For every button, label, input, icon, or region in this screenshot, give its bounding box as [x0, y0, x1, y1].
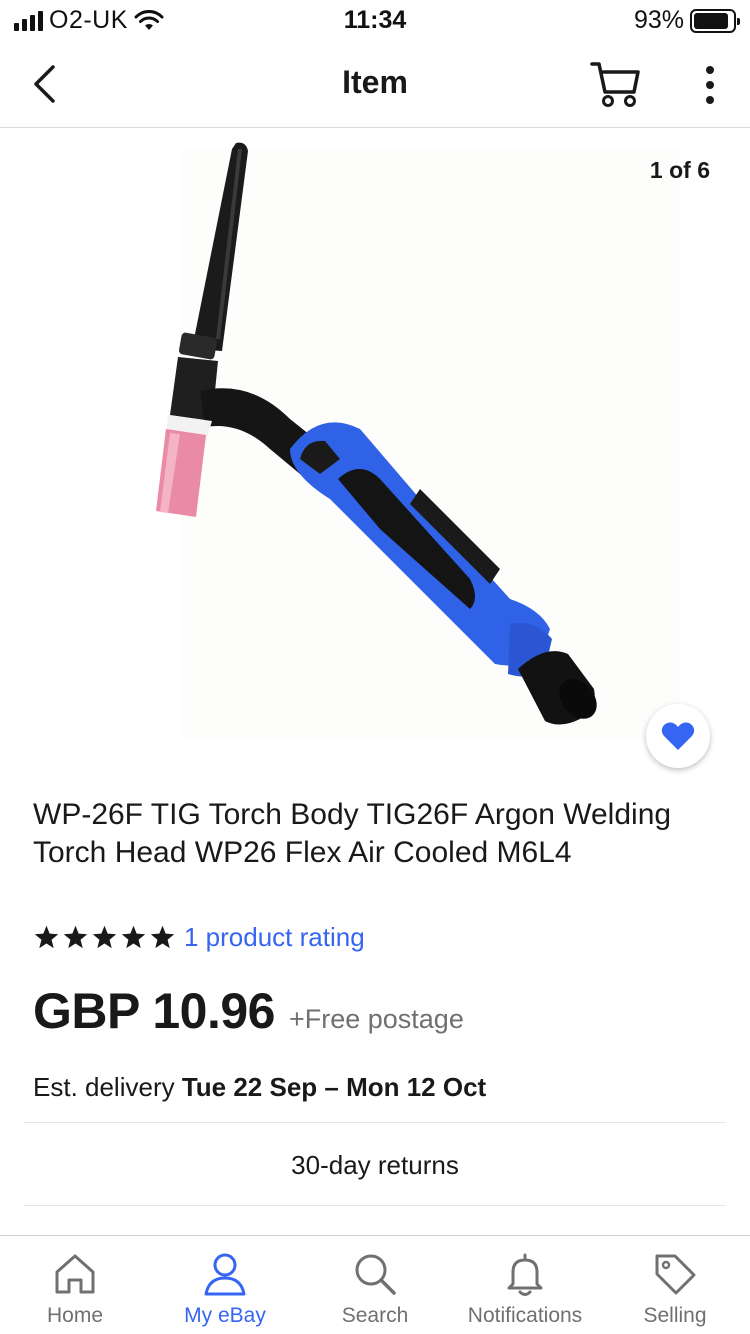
nav-header: Item	[0, 40, 750, 128]
price-row: GBP 10.96 +Free postage	[33, 982, 464, 1040]
status-right: 93%	[633, 6, 740, 35]
dot-icon	[706, 66, 714, 74]
tab-label: Notifications	[467, 1304, 583, 1327]
star-icon	[121, 925, 146, 949]
status-bar: O2-UK 11:34 93%	[0, 0, 750, 40]
postage-info: +Free postage	[288, 1004, 464, 1034]
search-icon	[355, 1254, 396, 1295]
person-icon	[204, 1253, 246, 1296]
tab-selling[interactable]: Selling	[600, 1236, 750, 1334]
delivery-estimate: Est. delivery Tue 22 Sep – Mon 12 Oct	[33, 1072, 486, 1103]
dot-icon	[706, 96, 714, 104]
tab-notifications[interactable]: Notifications	[450, 1236, 600, 1334]
product-image[interactable]	[0, 129, 750, 779]
dot-icon	[706, 81, 714, 89]
bell-icon	[507, 1253, 543, 1296]
tab-label: Selling	[643, 1304, 707, 1327]
battery-percent: 93%	[633, 6, 684, 34]
delivery-dates: Tue 22 Sep – Mon 12 Oct	[181, 1072, 487, 1102]
star-icon	[63, 925, 88, 949]
delivery-label: Est. delivery	[33, 1072, 182, 1102]
image-gallery[interactable]: 1 of 6	[0, 129, 750, 779]
item-price: GBP 10.96	[33, 983, 275, 1039]
star-icon	[150, 925, 175, 949]
rating-stars	[33, 924, 176, 951]
rating-row[interactable]: 1 product rating	[33, 922, 365, 953]
tab-search[interactable]: Search	[300, 1236, 450, 1334]
tab-label: Home	[46, 1304, 104, 1327]
tab-home[interactable]: Home	[0, 1236, 150, 1334]
battery-icon	[690, 8, 740, 33]
heart-icon	[661, 722, 695, 750]
tab-label: My eBay	[184, 1304, 266, 1327]
product-rating-link[interactable]: 1 product rating	[184, 922, 365, 953]
watch-button[interactable]	[646, 704, 710, 768]
divider	[24, 1122, 726, 1123]
tab-my-ebay[interactable]: My eBay	[150, 1236, 300, 1334]
more-options-button[interactable]	[694, 62, 726, 108]
star-icon	[92, 925, 117, 949]
home-icon	[55, 1254, 95, 1294]
image-counter: 1 of 6	[649, 157, 710, 183]
star-icon	[34, 925, 59, 949]
tag-icon	[655, 1254, 696, 1295]
returns-info[interactable]: 30-day returns	[0, 1150, 750, 1181]
tab-label: Search	[341, 1304, 409, 1327]
divider	[24, 1205, 726, 1206]
item-title: WP-26F TIG Torch Body TIG26F Argon Weldi…	[33, 798, 672, 869]
cart-icon[interactable]	[588, 58, 642, 110]
tab-bar: Home My eBay Search Notifications Sellin…	[0, 1235, 750, 1334]
